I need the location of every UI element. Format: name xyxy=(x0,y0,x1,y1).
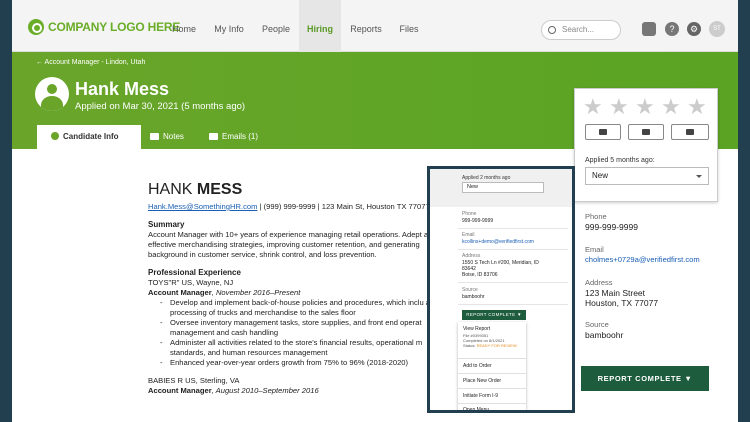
job1-title: Account Manager, November 2016–Present xyxy=(148,288,301,297)
gear-icon[interactable]: ⚙ xyxy=(687,22,701,36)
resume-email-link[interactable]: Hank.Mess@SomethingHR.com xyxy=(148,202,257,211)
resume-name: HANK MESS xyxy=(148,181,243,198)
email-icon xyxy=(209,133,218,140)
menu-initiate-i9[interactable]: Initiate Form I-9 xyxy=(463,393,498,399)
menu-open-menu[interactable]: Open Menu xyxy=(463,407,489,410)
search-icon xyxy=(548,26,556,34)
tab-notes[interactable]: Notes xyxy=(136,125,184,149)
email-button[interactable] xyxy=(628,124,664,140)
overlay-source: bamboohr xyxy=(462,294,485,300)
job2-company: BABIES R US, Sterling, VA xyxy=(148,376,240,385)
gear-icon xyxy=(686,129,694,135)
app-window: COMPANY LOGO HERE Home My Info People Hi… xyxy=(12,0,738,422)
zoomed-panel-overlay: Applied 2 months ago New Phone 999-999-9… xyxy=(427,166,575,413)
nav-home[interactable]: Home xyxy=(162,0,206,52)
source-label: Source xyxy=(585,320,609,329)
overlay-applied-label: Applied 2 months ago xyxy=(462,175,511,181)
candidate-avatar xyxy=(35,77,69,111)
overlay-email-label: Email xyxy=(462,232,475,238)
report-dropdown-menu: View Report File #0399351 Completed on 8… xyxy=(458,322,526,410)
company-logo[interactable]: COMPANY LOGO HERE xyxy=(28,19,180,35)
address-line1: 123 Main Street xyxy=(585,288,646,298)
resume-document: HANK MESS Hank.Mess@SomethingHR.com | (9… xyxy=(148,180,448,396)
menu-add-to-order[interactable]: Add to Order xyxy=(463,363,492,369)
tab-emails[interactable]: Emails (1) xyxy=(195,125,258,149)
rating-card: ★ ★ ★ ★ ★ Applied 5 months ago: New xyxy=(574,88,718,202)
overlay-address-label: Address xyxy=(462,253,481,259)
tab-candidate-info[interactable]: Candidate Info xyxy=(37,125,141,149)
nav-hiring[interactable]: Hiring xyxy=(299,0,341,52)
overlay-phone: 999-999-9999 xyxy=(462,218,494,224)
search-input[interactable]: Search... xyxy=(541,20,621,40)
settings-dropdown-button[interactable] xyxy=(671,124,709,140)
report-complete-button[interactable]: REPORT COMPLETE ▼ xyxy=(581,366,709,391)
logo-icon xyxy=(28,19,44,35)
overlay-phone-label: Phone xyxy=(462,211,477,217)
list-item: Enhanced year-over-year orders growth fr… xyxy=(160,358,448,368)
star-icon[interactable]: ★ xyxy=(583,96,603,118)
overlay-source-label: Source xyxy=(462,287,478,293)
job2-title: Account Manager, August 2010–September 2… xyxy=(148,386,319,395)
phone-label: Phone xyxy=(585,212,607,221)
list-item: Oversee inventory management tasks, stor… xyxy=(160,318,448,338)
address-label: Address xyxy=(585,278,613,287)
email-label: Email xyxy=(585,245,604,254)
notes-icon xyxy=(150,133,159,140)
breadcrumb[interactable]: ← Account Manager - Lindon, Utah xyxy=(36,59,145,66)
candidate-name: Hank Mess xyxy=(75,79,170,99)
job1-company: TOYS"R" US, Wayne, NJ xyxy=(148,278,234,287)
overlay-email[interactable]: kcollins+demo@verifiedfirst.com xyxy=(462,239,534,245)
help-icon[interactable]: ? xyxy=(665,22,679,36)
overlay-report-complete-button[interactable]: REPORT COMPLETE ▼ xyxy=(462,310,526,320)
job1-bullets: Develop and implement back-of-house poli… xyxy=(148,298,448,368)
overlay-status-select[interactable]: New xyxy=(462,182,544,193)
email-value[interactable]: cholmes+0729a@verifiedfirst.com xyxy=(585,255,700,265)
star-icon[interactable]: ★ xyxy=(609,96,629,118)
phone-value: 999-999-9999 xyxy=(585,222,638,232)
star-icon[interactable]: ★ xyxy=(635,96,655,118)
source-value: bamboohr xyxy=(585,330,624,340)
summary-text: Account Manager with 10+ years of experi… xyxy=(148,230,431,259)
menu-view-report[interactable]: View Report xyxy=(463,326,490,332)
nav-people[interactable]: People xyxy=(254,0,298,52)
applied-date: Applied on Mar 30, 2021 (5 months ago) xyxy=(75,101,246,112)
overlay-address3: Boise, ID 83706 xyxy=(462,272,498,278)
nav-files[interactable]: Files xyxy=(390,0,428,52)
menu-status: Status: READY FOR REVIEW xyxy=(463,343,517,348)
comment-icon xyxy=(599,129,607,135)
experience-heading: Professional Experience xyxy=(148,268,241,277)
logo-text: COMPANY LOGO HERE xyxy=(48,20,181,34)
list-item: Administer all activities related to the… xyxy=(160,338,448,358)
nav-reports[interactable]: Reports xyxy=(344,0,388,52)
address-line2: Houston, TX 77077 xyxy=(585,298,659,308)
info-icon xyxy=(51,132,59,140)
search-placeholder: Search... xyxy=(562,25,595,34)
resume-contact: Hank.Mess@SomethingHR.com | (999) 999-99… xyxy=(148,202,430,211)
star-icon[interactable]: ★ xyxy=(661,96,681,118)
comment-button[interactable] xyxy=(585,124,621,140)
summary-heading: Summary xyxy=(148,220,185,229)
nav-my-info[interactable]: My Info xyxy=(208,0,250,52)
status-select[interactable]: New xyxy=(585,167,709,185)
star-icon[interactable]: ★ xyxy=(687,96,707,118)
mail-icon xyxy=(642,129,650,135)
user-avatar[interactable]: ST xyxy=(709,21,725,37)
top-navigation: COMPANY LOGO HERE Home My Info People Hi… xyxy=(12,0,738,52)
card-applied-label: Applied 5 months ago: xyxy=(585,157,655,164)
menu-place-new-order[interactable]: Place New Order xyxy=(463,378,501,384)
list-item: Develop and implement back-of-house poli… xyxy=(160,298,448,318)
inbox-icon[interactable] xyxy=(642,22,656,36)
